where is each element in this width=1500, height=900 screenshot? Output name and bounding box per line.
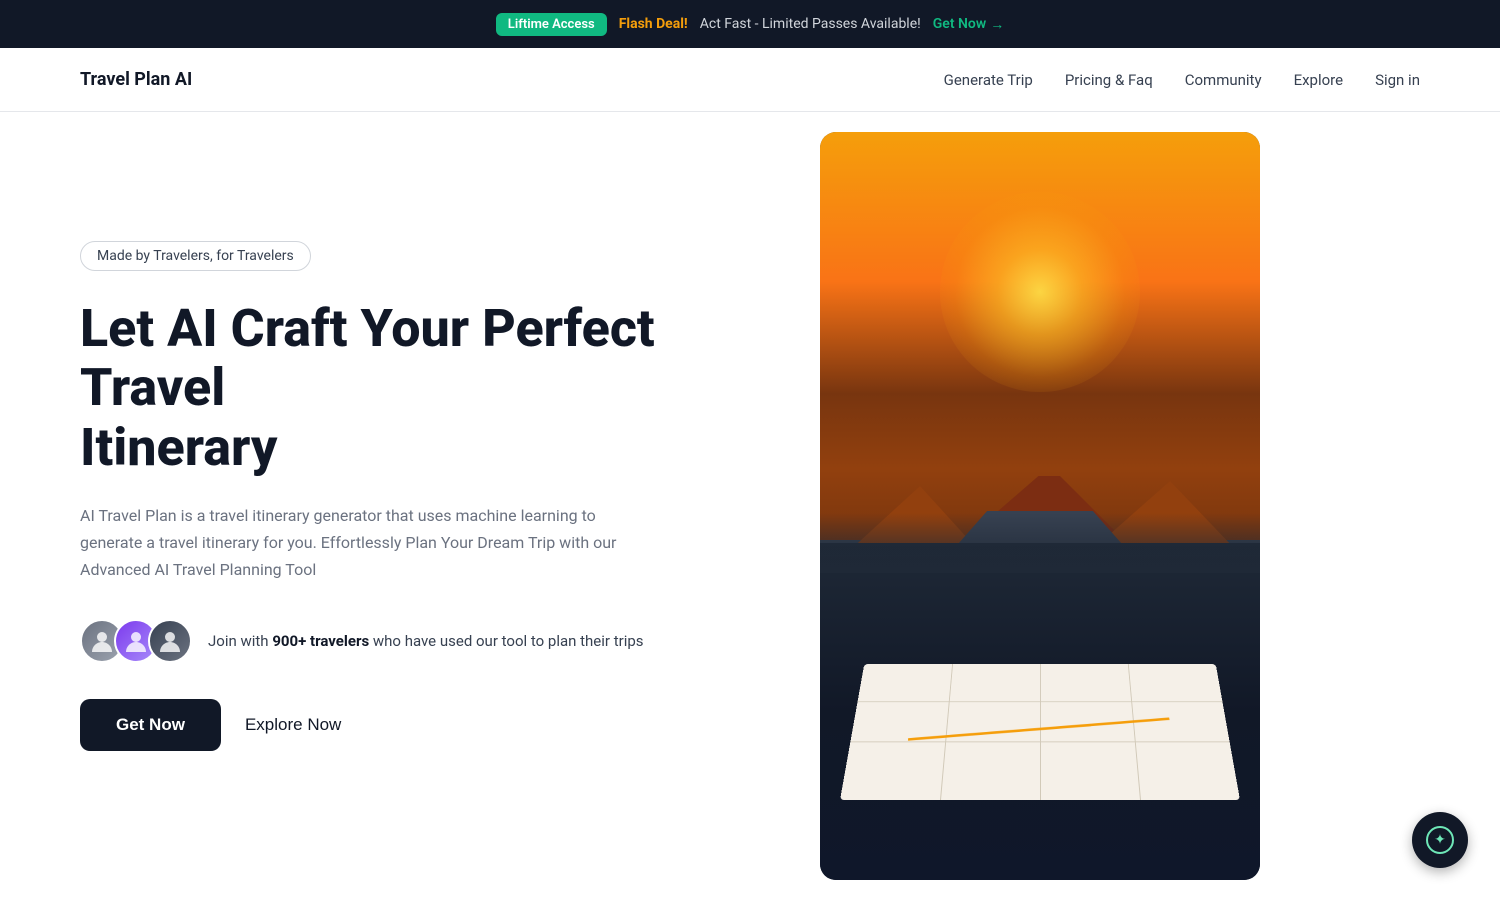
hero-buttons: Get Now Explore Now <box>80 699 760 751</box>
hero-content: Made by Travelers, for Travelers Let AI … <box>80 112 760 900</box>
hero-image <box>820 132 1260 880</box>
banner-cta-link[interactable]: Get Now → <box>933 16 1004 33</box>
traveler-text: Join with 900+ travelers who have used o… <box>208 632 644 650</box>
map-visual <box>840 664 1240 800</box>
avatar-group <box>80 619 192 663</box>
travelers-row: Join with 900+ travelers who have used o… <box>80 619 760 663</box>
site-logo[interactable]: Travel Plan AI <box>80 69 192 90</box>
flash-deal-label: Flash Deal! <box>619 16 688 32</box>
top-banner: Liftime Access Flash Deal! Act Fast - Li… <box>0 0 1500 48</box>
nav-generate-trip[interactable]: Generate Trip <box>944 71 1033 89</box>
get-now-button[interactable]: Get Now <box>80 699 221 751</box>
hero-image-bg <box>820 132 1260 880</box>
hero-title: Let AI Craft Your Perfect Travel Itinera… <box>80 299 760 478</box>
lifetime-badge[interactable]: Liftime Access <box>496 13 607 36</box>
hero-section: Made by Travelers, for Travelers Let AI … <box>0 112 1500 900</box>
nav-signin[interactable]: Sign in <box>1375 71 1420 89</box>
hero-image-area <box>820 112 1260 900</box>
explore-now-button[interactable]: Explore Now <box>245 699 341 751</box>
nav-community[interactable]: Community <box>1185 71 1262 89</box>
map-line <box>940 664 953 800</box>
hero-badge: Made by Travelers, for Travelers <box>80 241 311 271</box>
map-line <box>1040 664 1041 800</box>
compass-icon <box>1426 826 1454 854</box>
map-line <box>1128 664 1141 800</box>
nav-explore[interactable]: Explore <box>1294 71 1344 89</box>
chat-button[interactable] <box>1412 812 1468 868</box>
dashboard <box>820 543 1260 880</box>
hero-description: AI Travel Plan is a travel itinerary gen… <box>80 502 640 584</box>
main-nav: Travel Plan AI Generate Trip Pricing & F… <box>0 48 1500 112</box>
nav-pricing-faq[interactable]: Pricing & Faq <box>1065 71 1153 89</box>
avatar-3 <box>148 619 192 663</box>
banner-flash-text: Act Fast - Limited Passes Available! <box>700 16 921 32</box>
